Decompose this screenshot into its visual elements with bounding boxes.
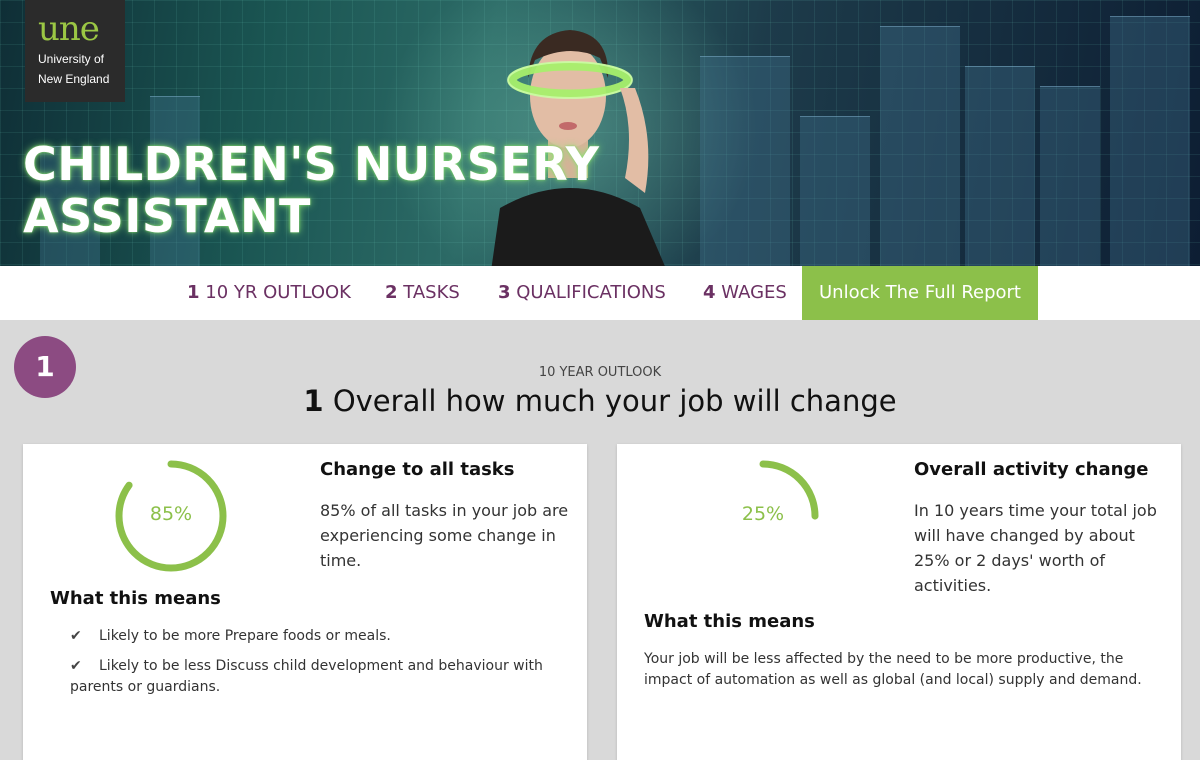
- page-title: CHILDREN'S NURSERY ASSISTANT: [23, 138, 599, 242]
- logo-mark: une: [38, 9, 100, 49]
- city-building: [1110, 16, 1190, 266]
- city-building: [700, 56, 790, 266]
- nav-item-wages[interactable]: 4 WAGES: [703, 266, 787, 320]
- progress-ring: 85%: [113, 458, 229, 574]
- means-heading: What this means: [50, 588, 221, 609]
- section-title-text: Overall how much your job will change: [332, 384, 897, 418]
- means-description: Your job will be less affected by the ne…: [644, 651, 1142, 688]
- nav-item-outlook[interactable]: 1 10 YR OUTLOOK: [187, 266, 351, 320]
- city-building: [965, 66, 1035, 266]
- section-title: 1 Overall how much your job will change: [0, 384, 1200, 418]
- means-heading: What this means: [644, 611, 815, 632]
- section-nav: 1 10 YR OUTLOOK 2 TASKS 3 QUALIFICATIONS…: [0, 266, 1200, 320]
- list-item: ✔ Likely to be less Discuss child develo…: [70, 656, 550, 698]
- card-description: In 10 years time your total job will hav…: [914, 501, 1157, 595]
- nav-item-label: WAGES: [721, 282, 787, 303]
- hero-banner: une University of New England CHILDREN'S…: [0, 0, 1200, 266]
- section-eyebrow: 10 YEAR OUTLOOK: [538, 365, 662, 380]
- city-building: [800, 116, 870, 266]
- nav-item-number: 2: [385, 282, 398, 303]
- progress-ring: 25%: [705, 458, 821, 574]
- nav-item-label: 10 YR OUTLOOK: [205, 282, 351, 303]
- means-bullet-list: ✔ Likely to be more Prepare foods or mea…: [70, 626, 550, 707]
- city-building: [1040, 86, 1100, 266]
- card-heading: Overall activity change: [914, 459, 1149, 480]
- nav-item-qualifications[interactable]: 3 QUALIFICATIONS: [498, 266, 666, 320]
- page-title-line-2: ASSISTANT: [23, 189, 311, 243]
- list-item-text: Likely to be less Discuss child developm…: [70, 658, 543, 695]
- logo-name-line: New England: [38, 72, 110, 86]
- logo-university-line: University of: [38, 52, 105, 66]
- check-icon: ✔: [70, 628, 82, 644]
- tasks-change-card: 85% Change to all tasks 85% of all tasks…: [23, 444, 587, 760]
- section-title-number: 1: [303, 384, 324, 418]
- list-item-text: Likely to be more Prepare foods or meals…: [99, 628, 391, 644]
- nav-item-number: 3: [498, 282, 511, 303]
- nav-item-label: TASKS: [403, 282, 460, 303]
- nav-item-tasks[interactable]: 2 TASKS: [385, 266, 460, 320]
- nav-item-number: 1: [187, 282, 200, 303]
- unlock-report-button[interactable]: Unlock The Full Report: [802, 266, 1038, 320]
- check-icon: ✔: [70, 658, 82, 674]
- nav-item-number: 4: [703, 282, 716, 303]
- progress-ring-value: 85%: [149, 503, 193, 525]
- nav-item-label: QUALIFICATIONS: [516, 282, 666, 303]
- progress-ring-value: 25%: [741, 503, 785, 525]
- activity-change-card: 25% Overall activity change In 10 years …: [617, 444, 1181, 760]
- city-building: [880, 26, 960, 266]
- une-logo[interactable]: une University of New England: [25, 0, 125, 102]
- page-title-line-1: CHILDREN'S NURSERY: [23, 137, 600, 191]
- card-heading: Change to all tasks: [320, 459, 515, 480]
- card-description: 85% of all tasks in your job are experie…: [320, 501, 569, 570]
- list-item: ✔ Likely to be more Prepare foods or mea…: [70, 626, 550, 647]
